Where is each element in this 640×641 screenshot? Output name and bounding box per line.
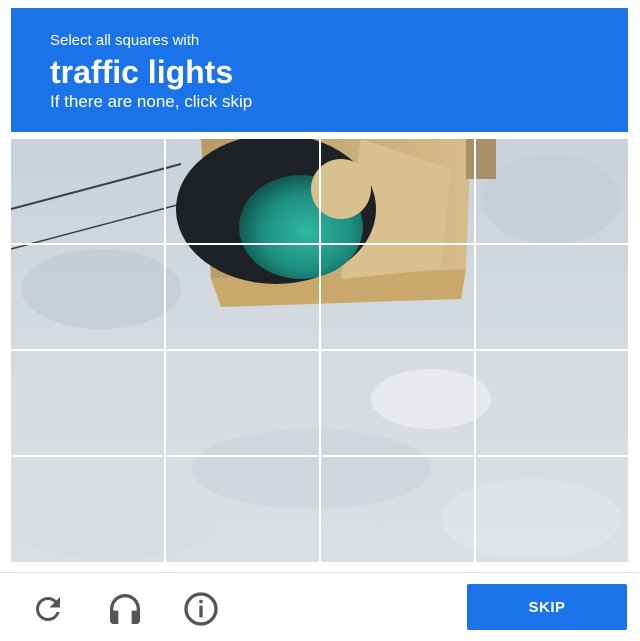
hint-text: If there are none, click skip <box>50 92 253 111</box>
grid-tile-r1-c2[interactable] <box>164 139 321 245</box>
target-object-text: traffic lights <box>50 54 234 90</box>
skip-button[interactable]: SKIP <box>467 584 627 630</box>
grid-tile-r2-c3[interactable] <box>319 243 476 351</box>
info-button[interactable] <box>179 587 223 631</box>
info-icon <box>184 592 218 626</box>
grid-tile-r2-c1[interactable] <box>11 243 166 351</box>
grid-tile-r2-c4[interactable] <box>474 243 628 351</box>
grid-tile-r3-c2[interactable] <box>164 349 321 457</box>
grid-tile-r3-c4[interactable] <box>474 349 628 457</box>
reload-button[interactable] <box>26 587 70 631</box>
challenge-header: Select all squares with traffic lights I… <box>11 8 628 132</box>
captcha-widget: Select all squares with traffic lights I… <box>0 0 640 641</box>
grid-tile-r4-c4[interactable] <box>474 455 628 564</box>
grid-tile-r3-c3[interactable] <box>319 349 476 457</box>
grid-tile-r1-c4[interactable] <box>474 139 628 245</box>
tile-grid <box>11 139 628 564</box>
grid-tile-r1-c1[interactable] <box>11 139 166 245</box>
grid-tile-r3-c1[interactable] <box>11 349 166 457</box>
image-grid <box>11 139 628 564</box>
instruction-text: Select all squares with <box>50 32 200 49</box>
grid-tile-r4-c1[interactable] <box>11 455 166 564</box>
grid-tile-r2-c2[interactable] <box>164 243 321 351</box>
grid-tile-r4-c3[interactable] <box>319 455 476 564</box>
audio-challenge-button[interactable] <box>103 587 147 631</box>
challenge-footer: SKIP <box>0 572 640 641</box>
grid-tile-r1-c3[interactable] <box>319 139 476 245</box>
grid-tile-r4-c2[interactable] <box>164 455 321 564</box>
headphones-icon <box>110 594 140 624</box>
reload-icon <box>36 597 60 621</box>
